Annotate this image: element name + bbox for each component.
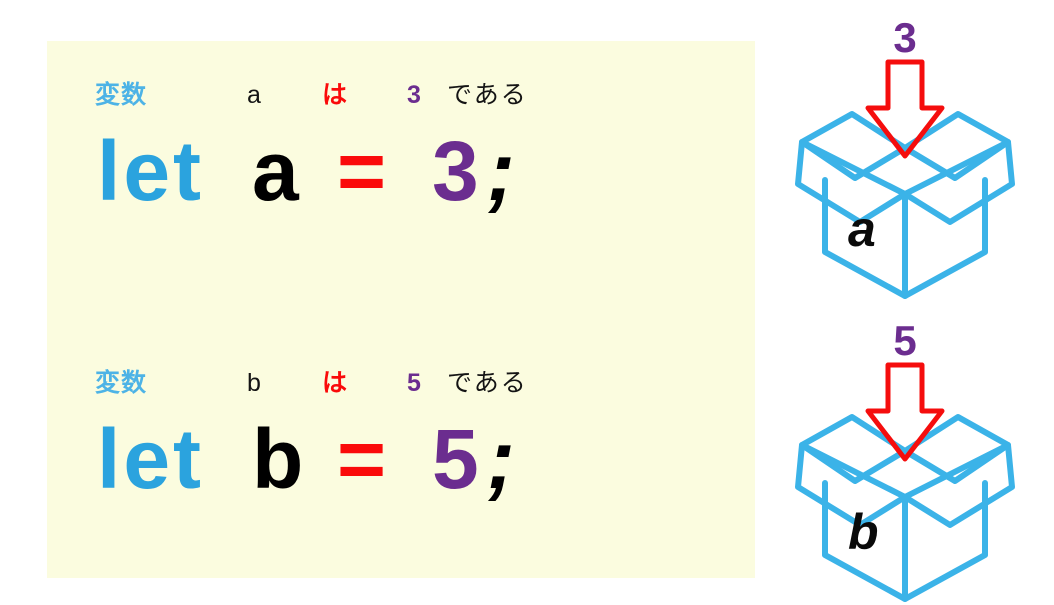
code-variable-b: b [252,412,304,506]
box-face-label-b: b [848,504,879,560]
down-arrow-icon-b [865,362,945,462]
code-keyword-b: let [97,412,205,506]
annotation-particle-b: は [322,369,348,397]
code-terminator-a: ; [487,124,515,218]
box-flap-front-right [902,442,1015,528]
annotation-variable-name-b: b [247,369,261,397]
annotation-copula-a: である [447,81,528,109]
annotation-value-b: 5 [407,369,421,397]
annotation-copula-b: である [447,369,528,397]
box-flap-front-right [902,139,1015,225]
code-value-a: 3 [432,124,479,218]
code-keyword-a: let [97,124,205,218]
box-face-label-a: a [848,201,876,257]
open-box-icon-b: b [795,362,1015,602]
code-terminator-b: ; [487,412,515,506]
annotation-keyword-label-b: 変数 [95,369,148,397]
annotation-row-a: 変数 a は 3 である [47,73,755,117]
code-value-b: 5 [432,412,479,506]
code-panel: 変数 a は 3 である let a = 3 ; 変数 b は 5 である le… [47,41,755,578]
code-operator-b: = [337,412,387,506]
box-figure-a: 3 a [780,12,1030,302]
code-operator-a: = [337,124,387,218]
statement-block-b: 変数 b は 5 である let b = 5 ; [47,361,755,513]
statement-block-a: 変数 a は 3 である let a = 3 ; [47,73,755,225]
code-line-a: let a = 3 ; [47,117,755,225]
code-variable-a: a [252,124,299,218]
open-box-icon-a: a [795,59,1015,299]
annotation-keyword-label-a: 変数 [95,81,148,109]
annotation-row-b: 変数 b は 5 である [47,361,755,405]
annotation-variable-name-a: a [247,81,261,109]
annotation-value-a: 3 [407,81,421,109]
annotation-particle-a: は [322,81,348,109]
code-line-b: let b = 5 ; [47,405,755,513]
box-figure-b: 5 b [780,315,1030,605]
down-arrow-icon-a [865,59,945,159]
